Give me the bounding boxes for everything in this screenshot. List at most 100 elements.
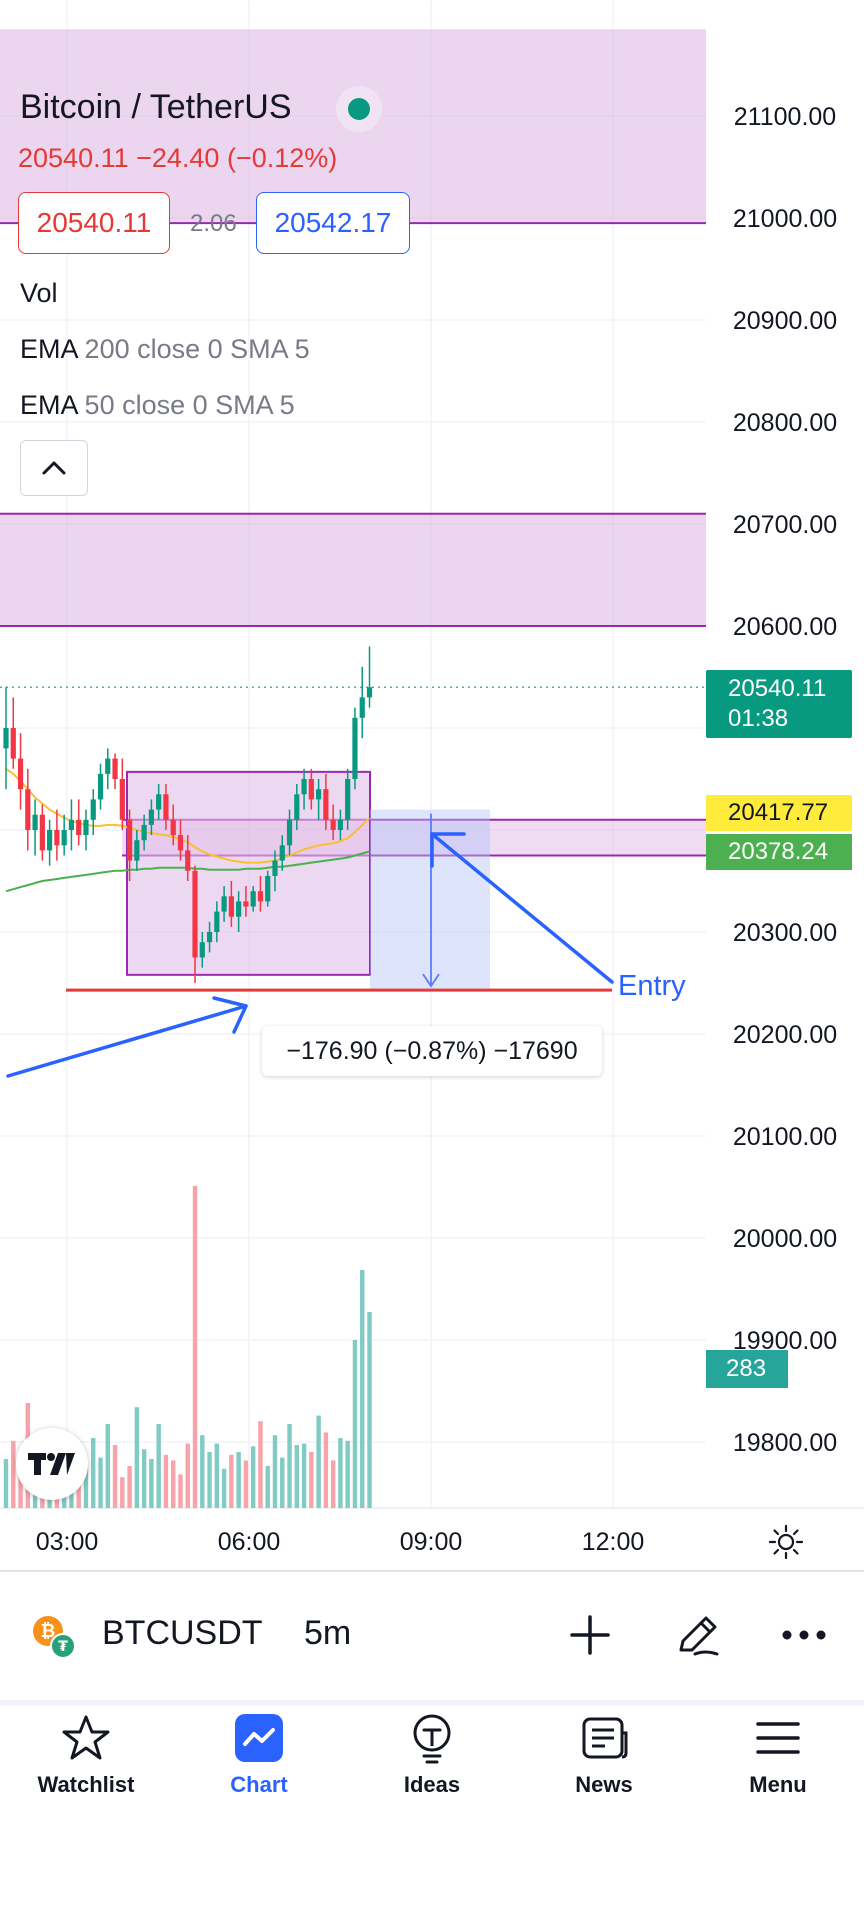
drawing-tools-button[interactable] (668, 1605, 728, 1665)
volume-bar (345, 1440, 350, 1508)
nav-watchlist[interactable]: Watchlist (16, 1710, 156, 1810)
volume-bar (120, 1477, 125, 1508)
indicator-ema200[interactable]: EMA 200 close 0 SMA 5 (20, 334, 310, 365)
candle-body (39, 814, 45, 851)
candle-body (156, 794, 162, 810)
symbol-icons[interactable]: ₿ ₮ (30, 1613, 78, 1661)
entry-annotation-label[interactable]: Entry (618, 970, 686, 1003)
theme-toggle-button[interactable] (768, 1524, 804, 1560)
volume-bar (3, 1459, 9, 1508)
volume-bar (156, 1424, 161, 1508)
nav-menu[interactable]: Menu (708, 1710, 848, 1810)
candle-body (221, 896, 227, 912)
price-axis-label: 20100.00 (732, 1123, 838, 1151)
volume-bar (367, 1312, 372, 1508)
volume-bar (352, 1340, 358, 1508)
buy-button[interactable]: 20542.17 (256, 192, 410, 254)
nav-ideas[interactable]: Ideas (362, 1710, 502, 1810)
indicator-ema50[interactable]: EMA 50 close 0 SMA 5 (20, 390, 295, 421)
volume-bar (272, 1435, 278, 1508)
market-open-dot (348, 98, 370, 120)
candle-body (177, 835, 184, 851)
volume-value-tag: 283 (706, 1350, 788, 1388)
candle-body (330, 819, 336, 830)
lightbulb-icon (413, 1714, 451, 1764)
candle-body (148, 809, 154, 825)
volume-bar (200, 1435, 205, 1508)
news-icon (582, 1717, 628, 1759)
add-button[interactable] (560, 1605, 620, 1665)
indicator-params: 50 close 0 SMA 5 (84, 390, 295, 420)
candle-body (76, 819, 82, 836)
timeframe-selector[interactable]: 5m (304, 1614, 351, 1653)
candle-body (25, 789, 31, 830)
candle-body (272, 860, 278, 876)
candle-body (54, 830, 60, 846)
candle-body (257, 891, 264, 902)
volume-bar (287, 1424, 292, 1508)
candle-body (359, 697, 365, 718)
price-axis-label: 20900.00 (732, 307, 838, 335)
more-button[interactable] (774, 1605, 834, 1665)
candle-body (126, 819, 133, 861)
measure-range (370, 809, 490, 991)
quote-change: 20540.11 −24.40 (−0.12%) (18, 143, 338, 173)
chart-icon (235, 1714, 283, 1762)
candle-body (206, 932, 213, 943)
plus-icon (570, 1615, 610, 1655)
candle-body (83, 819, 89, 836)
volume-bar (127, 1466, 132, 1508)
sun-icon (768, 1524, 804, 1560)
symbol-title[interactable]: Bitcoin / TetherUS (20, 88, 292, 127)
hamburger-menu-icon (756, 1722, 800, 1754)
tradingview-logo[interactable] (16, 1428, 88, 1500)
market-status-indicator[interactable] (336, 86, 382, 132)
candle-body (61, 830, 67, 846)
volume-bar (192, 1186, 198, 1508)
candle-body (105, 758, 111, 774)
time-axis-label: 03:00 (35, 1528, 99, 1556)
time-axis-label: 06:00 (217, 1528, 281, 1556)
candle-body (301, 779, 307, 795)
volume-bar (294, 1445, 299, 1508)
volume-bar (91, 1438, 96, 1508)
price-axis-label: 21000.00 (732, 205, 838, 233)
candle-body (32, 814, 38, 830)
volume-bar (221, 1468, 227, 1508)
volume-bar (338, 1438, 343, 1508)
measure-label[interactable]: −176.90 (−0.87%) −17690 (262, 1026, 602, 1076)
chevron-up-icon (42, 461, 66, 475)
candle-body (112, 758, 118, 779)
candle-body (17, 758, 24, 790)
volume-bar (163, 1454, 169, 1508)
candle-body (243, 901, 249, 907)
btc-usdt-icon: ₿ ₮ (33, 1616, 76, 1659)
sell-button[interactable]: 20540.11 (18, 192, 170, 254)
candle-body (10, 728, 16, 759)
candle-body (199, 942, 205, 958)
volume-bar (149, 1459, 154, 1508)
volume-bar (309, 1452, 314, 1508)
indicator-params: 200 close 0 SMA 5 (84, 334, 310, 364)
volume-bar (214, 1443, 220, 1508)
price-axis-label: 20600.00 (732, 613, 838, 641)
volume-bar (250, 1446, 256, 1508)
volume-bar (178, 1474, 183, 1508)
candle-body (337, 819, 344, 830)
tv-logo-icon (28, 1453, 75, 1475)
last-price-tag: 20540.11 01:38 (706, 670, 852, 738)
indicator-vol[interactable]: Vol (20, 278, 58, 309)
last-price-value: 20540.11 (728, 675, 827, 702)
nav-chart[interactable]: Chart (189, 1710, 329, 1810)
volume-bar (360, 1270, 365, 1508)
symbol-ticker[interactable]: BTCUSDT (102, 1614, 263, 1653)
price-axis-label: 20000.00 (732, 1225, 838, 1253)
candle-body (68, 819, 75, 830)
collapse-legend-button[interactable] (20, 440, 88, 496)
svg-text:₮: ₮ (58, 1639, 68, 1655)
candle-body (366, 687, 373, 698)
volume-bar (316, 1415, 321, 1508)
candle-body (352, 717, 358, 779)
nav-news[interactable]: News (534, 1710, 674, 1810)
volume-bar (243, 1460, 249, 1508)
